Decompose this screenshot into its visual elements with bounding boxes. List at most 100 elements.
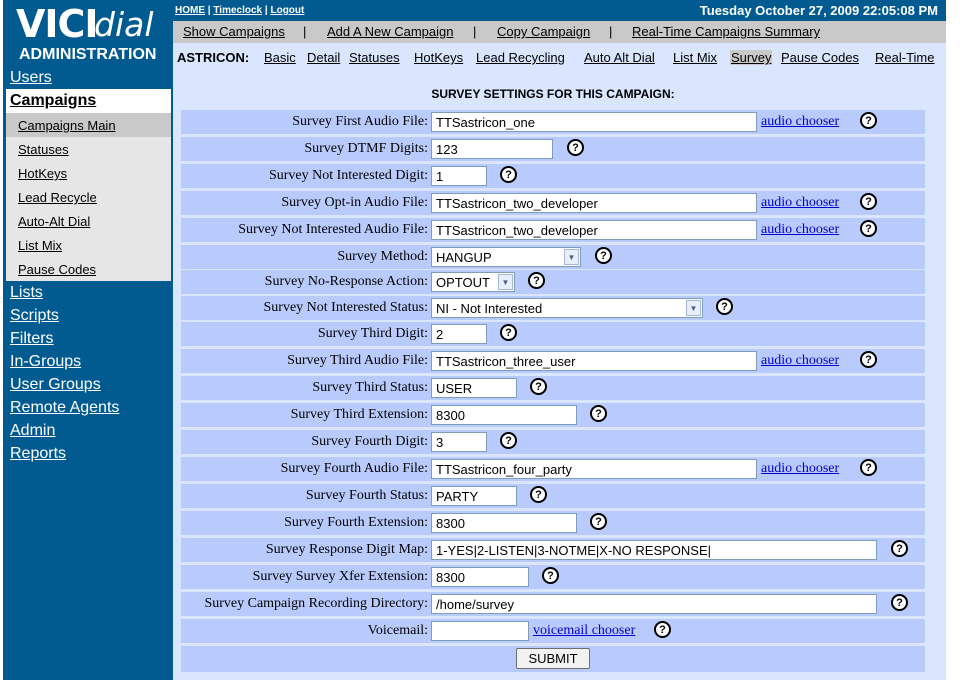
help-icon[interactable]: ?	[567, 139, 584, 156]
help-icon[interactable]: ?	[891, 594, 908, 611]
third-ext-input[interactable]	[431, 405, 577, 425]
sidebar-item-reports[interactable]: Reports	[10, 445, 66, 463]
sidebar-item-admin[interactable]: Admin	[10, 422, 55, 440]
select-value: NI - Not Interested	[436, 300, 543, 316]
sidebar-item-remote-agents[interactable]: Remote Agents	[10, 399, 119, 417]
tab-statuses[interactable]: Statuses	[349, 50, 400, 65]
field-label: Survey Opt-in Audio File:	[281, 195, 428, 210]
sidebar-item-users[interactable]: Users	[10, 69, 52, 87]
fourth-ext-input[interactable]	[431, 513, 577, 533]
sidebar-item-campaigns[interactable]: Campaigns	[6, 89, 171, 113]
help-icon[interactable]: ?	[542, 567, 559, 584]
sidebar-item-lists[interactable]: Lists	[10, 284, 43, 302]
subnav-pause-codes[interactable]: Pause Codes	[6, 257, 171, 281]
sidebar-item-filters[interactable]: Filters	[10, 330, 54, 348]
home-link[interactable]: HOME	[175, 5, 205, 16]
copy-campaign-link[interactable]: Copy Campaign	[497, 24, 590, 39]
subnav-statuses[interactable]: Statuses	[6, 137, 171, 161]
subnav-auto-alt-dial[interactable]: Auto-Alt Dial	[6, 209, 171, 233]
audio-chooser-link[interactable]: audio chooser	[761, 114, 839, 130]
field-label: Survey Campaign Recording Directory:	[204, 596, 428, 611]
ni-status-select[interactable]: NI - Not Interested ▼	[431, 298, 703, 318]
help-icon[interactable]: ?	[860, 193, 877, 210]
tab-list-mix[interactable]: List Mix	[673, 50, 717, 65]
optin-audio-input[interactable]	[431, 193, 757, 213]
first-audio-input[interactable]	[431, 112, 757, 132]
audio-chooser-link[interactable]: audio chooser	[761, 222, 839, 238]
row-digit-map: Survey Response Digit Map: ?	[181, 538, 925, 562]
fourth-digit-input[interactable]	[431, 432, 487, 452]
method-select[interactable]: HANGUP ▼	[431, 247, 581, 267]
subnav-campaigns-main[interactable]: Campaigns Main	[6, 113, 171, 137]
section-title: SURVEY SETTINGS FOR THIS CAMPAIGN:	[431, 87, 675, 101]
digit-map-input[interactable]	[431, 540, 877, 560]
sidebar-item-in-groups[interactable]: In-Groups	[10, 353, 81, 371]
ni-audio-input[interactable]	[431, 220, 757, 240]
help-icon[interactable]: ?	[528, 272, 545, 289]
fourth-status-input[interactable]	[431, 486, 517, 506]
help-icon[interactable]: ?	[595, 247, 612, 264]
admin-title: ADMINISTRATION	[19, 46, 157, 63]
help-icon[interactable]: ?	[860, 112, 877, 129]
help-icon[interactable]: ?	[530, 486, 547, 503]
field-label: Survey Not Interested Status:	[263, 300, 428, 315]
tab-lead-recycling[interactable]: Lead Recycling	[476, 50, 565, 65]
chevron-down-icon: ▼	[686, 300, 701, 316]
tab-auto-alt-dial[interactable]: Auto Alt Dial	[584, 50, 655, 65]
voicemail-chooser-link[interactable]: voicemail chooser	[533, 623, 635, 639]
dtmf-digits-input[interactable]	[431, 139, 553, 159]
tab-basic[interactable]: Basic	[264, 50, 296, 65]
subnav-label: Campaigns Main	[18, 118, 116, 133]
help-icon[interactable]: ?	[590, 405, 607, 422]
tab-real-time[interactable]: Real-Time	[875, 50, 934, 65]
row-fourth-ext: Survey Fourth Extension: ?	[181, 511, 925, 535]
sidebar-item-scripts[interactable]: Scripts	[10, 307, 59, 325]
no-response-select[interactable]: OPTOUT ▼	[431, 272, 515, 292]
help-icon[interactable]: ?	[590, 513, 607, 530]
audio-chooser-link[interactable]: audio chooser	[761, 353, 839, 369]
third-status-input[interactable]	[431, 378, 517, 398]
help-icon[interactable]: ?	[500, 166, 517, 183]
tab-detail[interactable]: Detail	[307, 50, 340, 65]
separator: |	[473, 24, 477, 39]
realtime-summary-link[interactable]: Real-Time Campaigns Summary	[632, 24, 820, 39]
tab-survey[interactable]: Survey	[730, 50, 773, 65]
row-third-audio: Survey Third Audio File: audio chooser ?	[181, 349, 925, 373]
audio-chooser-link[interactable]: audio chooser	[761, 461, 839, 477]
show-campaigns-link[interactable]: Show Campaigns	[183, 24, 285, 39]
help-icon[interactable]: ?	[500, 432, 517, 449]
field-label: Survey DTMF Digits:	[304, 141, 428, 156]
logout-link[interactable]: Logout	[270, 5, 304, 16]
audio-chooser-link[interactable]: audio chooser	[761, 195, 839, 211]
separator: |	[207, 5, 211, 16]
submit-button[interactable]: SUBMIT	[516, 648, 590, 669]
subnav-label: HotKeys	[18, 166, 68, 181]
subnav-lead-recycle[interactable]: Lead Recycle	[6, 185, 171, 209]
help-icon[interactable]: ?	[500, 324, 517, 341]
help-icon[interactable]: ?	[891, 540, 908, 557]
tab-pause-codes[interactable]: Pause Codes	[781, 50, 859, 65]
help-icon[interactable]: ?	[860, 220, 877, 237]
subnav-list-mix[interactable]: List Mix	[6, 233, 171, 257]
row-ni-audio: Survey Not Interested Audio File: audio …	[181, 218, 925, 242]
help-icon[interactable]: ?	[530, 378, 547, 395]
logo-vici-text: VICI	[16, 2, 99, 46]
field-label: Survey No-Response Action:	[264, 274, 428, 289]
subnav-hotkeys[interactable]: HotKeys	[6, 161, 171, 185]
help-icon[interactable]: ?	[860, 351, 877, 368]
help-icon[interactable]: ?	[716, 298, 733, 315]
sidebar-item-user-groups[interactable]: User Groups	[10, 376, 101, 394]
third-audio-input[interactable]	[431, 351, 757, 371]
help-icon[interactable]: ?	[654, 621, 671, 638]
add-campaign-link[interactable]: Add A New Campaign	[327, 24, 453, 39]
fourth-audio-input[interactable]	[431, 459, 757, 479]
row-xfer-ext: Survey Survey Xfer Extension: ?	[181, 565, 925, 589]
ni-digit-input[interactable]	[431, 166, 487, 186]
rec-dir-input[interactable]	[431, 594, 877, 614]
tab-hotkeys[interactable]: HotKeys	[414, 50, 463, 65]
xfer-ext-input[interactable]	[431, 567, 529, 587]
help-icon[interactable]: ?	[860, 459, 877, 476]
third-digit-input[interactable]	[431, 324, 487, 344]
timeclock-link[interactable]: Timeclock	[213, 5, 262, 16]
voicemail-input[interactable]	[431, 621, 529, 641]
